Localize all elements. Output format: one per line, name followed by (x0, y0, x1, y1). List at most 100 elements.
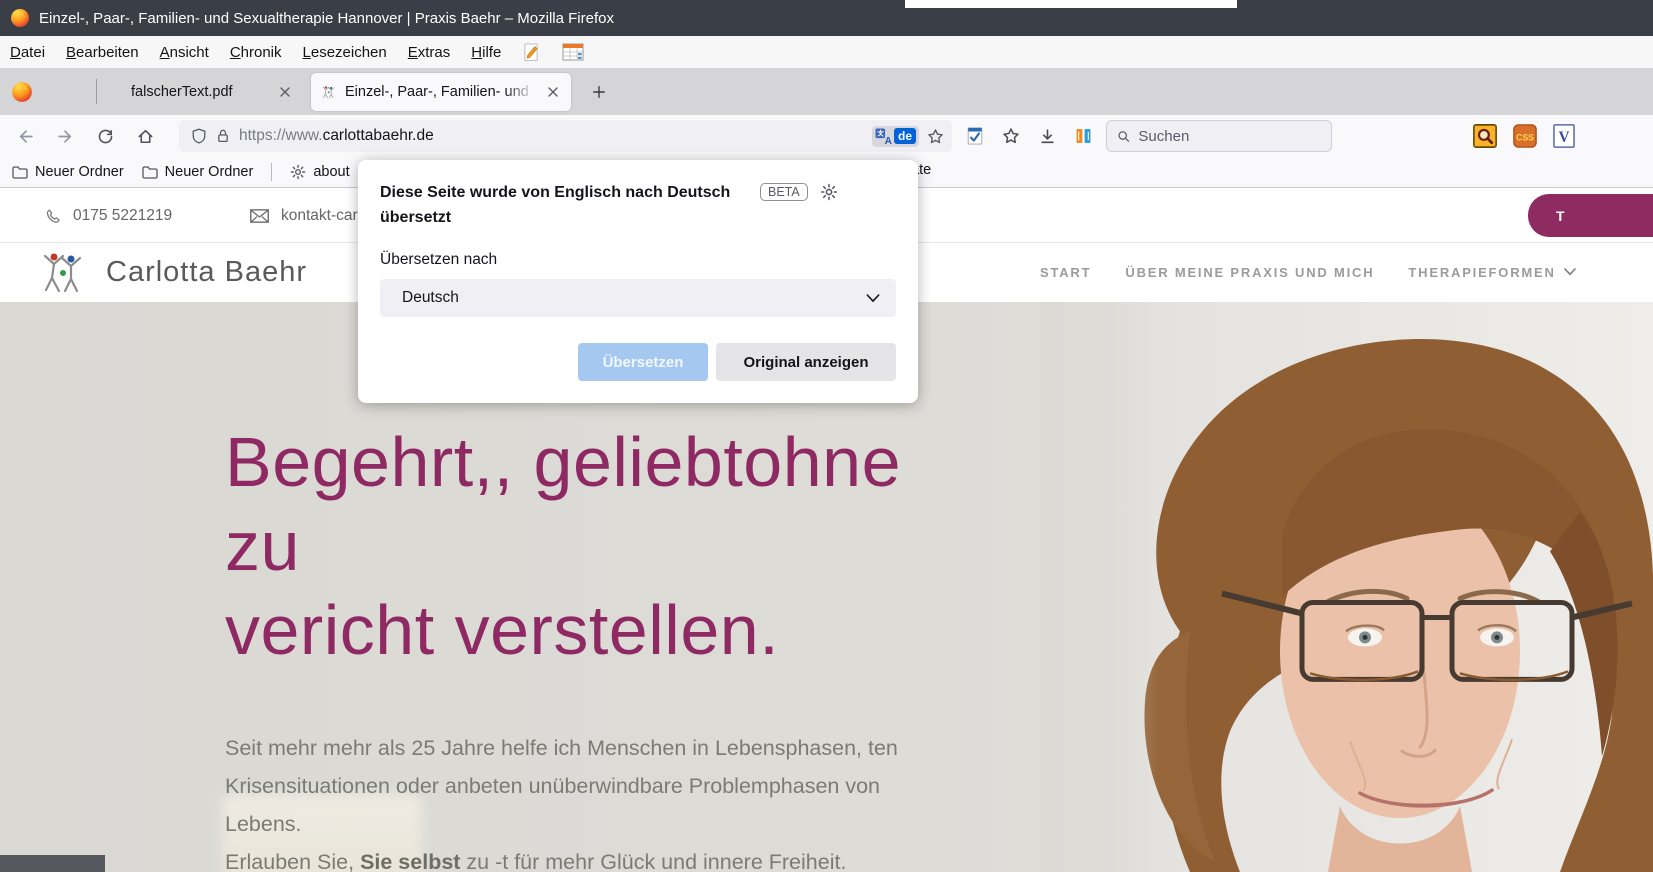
phone-link[interactable]: 0175 5221219 (45, 188, 172, 243)
search-icon (1117, 129, 1130, 144)
svg-text:V: V (1558, 129, 1569, 146)
brand-name: Carlotta Baehr (106, 256, 307, 289)
bookmark-about[interactable]: about (290, 164, 349, 180)
firefox-icon (10, 8, 30, 28)
lock-icon[interactable] (215, 128, 231, 144)
phone-number: 0175 5221219 (73, 207, 172, 225)
beta-badge: BETA (760, 183, 808, 201)
phone-icon (45, 208, 61, 224)
bookmark-label: Neuer Ordner (165, 164, 254, 180)
plus-icon (592, 85, 606, 99)
firefox-view-button[interactable] (10, 81, 34, 103)
search-input[interactable] (1138, 128, 1321, 145)
chevron-down-icon (866, 294, 880, 303)
hero-sentence: Erlauben Sie, Sie selbst zu -t für mehr … (225, 843, 985, 872)
svg-text:CSS: CSS (1516, 132, 1534, 142)
nav-ueber-praxis[interactable]: ÜBER MEINE PRAXIS UND MICH (1125, 265, 1374, 280)
status-panel (0, 855, 105, 872)
translate-to-label: Übersetzen nach (380, 251, 896, 269)
bookmark-label: about (313, 164, 349, 180)
navigation-toolbar: https://www.carlottabaehr.de A de (0, 115, 1653, 157)
tab-falschertext[interactable]: falscherText.pdf (103, 73, 305, 111)
tab-carlottabaehr[interactable]: Einzel-, Paar-, Familien- und (311, 73, 571, 111)
chevron-down-icon (1564, 268, 1576, 276)
url-bar[interactable]: https://www.carlottabaehr.de A de (179, 120, 952, 152)
translate-button[interactable]: A de (872, 126, 919, 147)
translate-lang-badge: de (894, 128, 916, 144)
bookmark-folder[interactable]: Neuer Ordner (142, 164, 254, 180)
folder-icon (142, 166, 158, 179)
bookmark-label: Neuer Ordner (35, 164, 124, 180)
carlotta-baehr-logo-icon (38, 251, 90, 293)
window-title: Einzel-, Paar-, Familien- und Sexualther… (39, 10, 614, 27)
svg-text:A: A (885, 135, 892, 144)
home-icon (137, 128, 154, 145)
tab-separator (96, 79, 97, 104)
forward-button[interactable] (47, 120, 83, 152)
new-tab-button[interactable] (585, 78, 613, 106)
back-button[interactable] (7, 120, 43, 152)
titlebar-artifact (905, 0, 1237, 8)
bookmarks-separator (271, 163, 272, 181)
tab-title: Einzel-, Paar-, Familien- und (345, 84, 535, 100)
shield-icon[interactable] (191, 128, 207, 144)
forward-arrow-icon (57, 128, 74, 145)
v-extension-icon[interactable]: V (1553, 124, 1575, 148)
translate-icon: A (875, 128, 892, 145)
site-favicon (321, 85, 337, 99)
envelope-icon (250, 209, 269, 223)
reload-button[interactable] (87, 120, 123, 152)
html-validator-icon[interactable] (1473, 124, 1497, 148)
reload-icon (97, 128, 114, 145)
menu-hilfe[interactable]: Hilfe (471, 44, 501, 61)
language-select[interactable]: Deutsch (380, 279, 896, 317)
star-outline-icon[interactable] (998, 121, 1024, 151)
folder-icon (12, 166, 28, 179)
translate-button[interactable]: Übersetzen (578, 343, 708, 381)
menu-lesezeichen[interactable]: Lesezeichen (303, 44, 387, 61)
menu-chronik[interactable]: Chronik (230, 44, 282, 61)
search-box[interactable] (1106, 120, 1332, 152)
email-text: kontakt-car (281, 207, 358, 225)
menu-bar: Datei Bearbeiten Ansicht Chronik Lesezei… (0, 36, 1653, 68)
menu-bearbeiten[interactable]: Bearbeiten (66, 44, 139, 61)
cta-label: T (1556, 208, 1566, 224)
download-icon[interactable] (1034, 121, 1060, 151)
bookmark-folder[interactable]: Neuer Ordner (12, 164, 124, 180)
dictionary-extension-icon[interactable] (1070, 121, 1096, 151)
close-icon[interactable] (543, 82, 563, 102)
site-navigation: START ÜBER MEINE PRAXIS UND MICH THERAPI… (1040, 243, 1576, 301)
close-icon[interactable] (275, 82, 295, 102)
tab-title: falscherText.pdf (131, 84, 275, 100)
w3c-validator-icon[interactable] (962, 121, 988, 151)
home-button[interactable] (127, 120, 163, 152)
url-text: https://www.carlottabaehr.de (239, 127, 434, 145)
css-validator-icon[interactable]: CSS (1513, 124, 1537, 148)
edit-note-icon[interactable] (522, 42, 541, 63)
selected-language: Deutsch (402, 289, 459, 307)
translation-popup: Diese Seite wurde von Englisch nach Deut… (358, 160, 918, 403)
hero-paragraph: Seit mehr mehr als 25 Jahre helfe ich Me… (225, 729, 985, 843)
hero-heading: Begehrt,, geliebtohne zu vericht verstel… (225, 420, 985, 672)
firefox-icon (11, 81, 33, 103)
site-logo[interactable]: Carlotta Baehr (38, 243, 307, 301)
menu-ansicht[interactable]: Ansicht (160, 44, 209, 61)
browser-window: Einzel-, Paar-, Familien- und Sexualther… (0, 0, 1653, 872)
titlebar[interactable]: Einzel-, Paar-, Familien- und Sexualther… (0, 0, 1653, 36)
back-arrow-icon (17, 128, 34, 145)
menu-datei[interactable]: Datei (10, 44, 45, 61)
settings-gear-icon[interactable] (820, 183, 838, 201)
tab-bar: falscherText.pdf Einzel-, Paar-, Familie… (0, 68, 1653, 115)
email-link[interactable]: kontakt-car (250, 188, 358, 243)
menu-extras[interactable]: Extras (408, 44, 451, 61)
popup-title: Diese Seite wurde von Englisch nach Deut… (380, 180, 760, 230)
nav-therapieformen[interactable]: THERAPIEFORMEN (1408, 265, 1575, 280)
appointment-button[interactable]: T (1528, 194, 1653, 237)
bookmark-star-icon[interactable] (927, 128, 944, 145)
nav-label: THERAPIEFORMEN (1408, 265, 1555, 280)
portrait-photo (1040, 302, 1653, 872)
show-original-button[interactable]: Original anzeigen (716, 343, 896, 381)
nav-start[interactable]: START (1040, 265, 1091, 280)
table-icon[interactable] (562, 43, 584, 61)
gear-icon (290, 164, 306, 180)
